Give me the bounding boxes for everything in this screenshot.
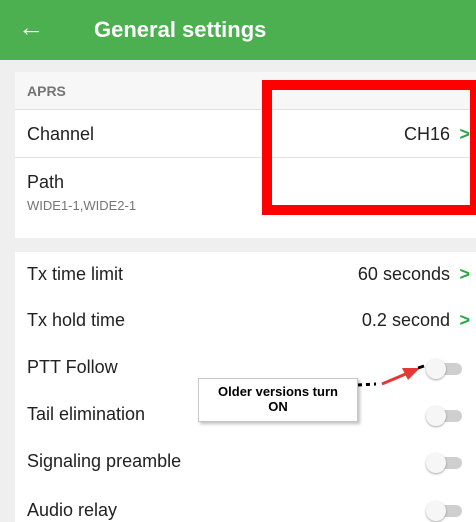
tx-hold-time-row[interactable]: Tx hold time 0.2 second >	[15, 298, 476, 346]
signaling-preamble-toggle[interactable]	[426, 453, 464, 473]
annotation-callout: Older versions turn ON	[198, 378, 358, 422]
audio-relay-row: Audio relay	[15, 488, 476, 522]
ptt-follow-toggle[interactable]	[426, 359, 464, 379]
toggle-thumb	[426, 453, 446, 473]
tx-time-limit-value: 60 seconds	[357, 264, 450, 284]
chevron-right-icon: >	[459, 264, 470, 284]
audio-relay-toggle[interactable]	[426, 501, 464, 521]
page-title: General settings	[94, 17, 267, 42]
tx-hold-time-label: Tx hold time	[27, 310, 126, 330]
highlight-box	[262, 80, 476, 215]
app-bar: ← General settings	[0, 0, 476, 60]
back-arrow-icon[interactable]: ←	[18, 12, 44, 42]
chevron-right-icon: >	[459, 310, 470, 330]
path-value: WIDE1-1,WIDE2-1	[27, 198, 137, 213]
tail-elimination-label: Tail elimination	[27, 404, 146, 424]
aprs-section-title: APRS	[27, 83, 66, 99]
callout-line-1: Older versions turn	[218, 384, 338, 399]
tx-hold-time-value: 0.2 second	[361, 310, 450, 330]
toggle-thumb	[426, 359, 446, 379]
path-label: Path	[27, 172, 65, 192]
channel-label: Channel	[27, 124, 95, 144]
callout-line-2: ON	[268, 399, 288, 414]
signaling-preamble-row: Signaling preamble	[15, 439, 476, 487]
ptt-follow-label: PTT Follow	[27, 357, 118, 377]
tail-elimination-toggle[interactable]	[426, 406, 464, 426]
toggle-thumb	[426, 501, 446, 521]
tx-time-limit-row[interactable]: Tx time limit 60 seconds >	[15, 252, 476, 300]
audio-relay-label: Audio relay	[27, 500, 118, 520]
toggle-thumb	[426, 406, 446, 426]
signaling-preamble-label: Signaling preamble	[27, 451, 182, 471]
tx-time-limit-label: Tx time limit	[27, 264, 123, 284]
